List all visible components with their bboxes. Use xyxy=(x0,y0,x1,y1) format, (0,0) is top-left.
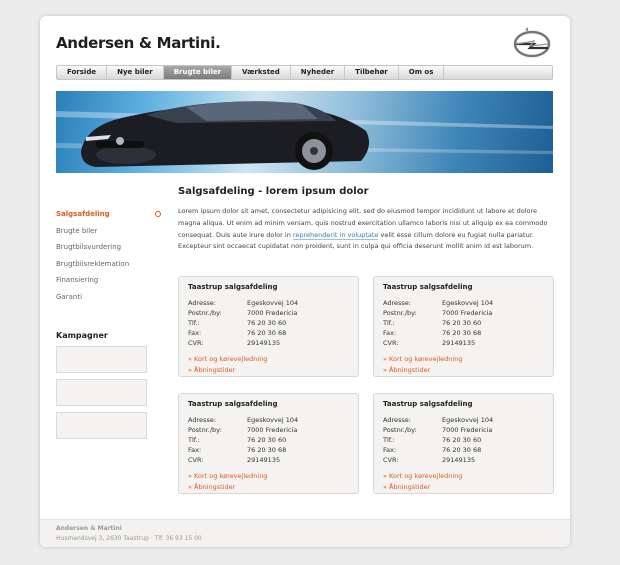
dealer-card: Taastrup salgsafdeling Adresse: Egeskovve… xyxy=(178,276,359,377)
opening-hours-link[interactable]: » Åbningstider xyxy=(188,482,349,493)
field-label: Fax: xyxy=(188,446,202,454)
sidebar-item-brugtbilsvurdering[interactable]: Brugtbilsvurdering xyxy=(56,239,161,256)
field-label: Tlf.: xyxy=(383,319,395,327)
footer-address: Husmandsvej 3, 2630 Taastrup xyxy=(56,535,149,542)
field-value: 29149135 xyxy=(442,339,476,347)
map-directions-link[interactable]: » Kort og kørevejledning xyxy=(383,354,544,365)
dealer-card: Taastrup salgsafdeling Adresse: Egeskovve… xyxy=(373,276,554,377)
main-content: Salgsafdeling - lorem ipsum dolor Lorem … xyxy=(178,186,553,253)
field-value: Egeskovvej 104 xyxy=(247,416,299,424)
field-value: 76 20 30 68 xyxy=(247,329,287,337)
field-label: Tlf.: xyxy=(188,319,200,327)
field-label: Adresse: xyxy=(383,299,411,307)
field-label: Fax: xyxy=(188,329,202,337)
map-directions-link[interactable]: » Kort og kørevejledning xyxy=(383,471,544,482)
nav-item-vaerksted[interactable]: Værksted xyxy=(232,66,291,79)
opel-logo-icon[interactable] xyxy=(512,26,552,60)
main-nav: Forside Nye biler Brugte biler Værksted … xyxy=(56,65,553,80)
campaigns-title: Kampagner xyxy=(56,331,108,340)
sidebar-item-brugte-biler[interactable]: Brugte biler xyxy=(56,223,161,240)
nav-item-nyheder[interactable]: Nyheder xyxy=(291,66,346,79)
nav-item-tilbehor[interactable]: Tilbehør xyxy=(345,66,399,79)
sidebar-item-garanti[interactable]: Garanti xyxy=(56,289,161,306)
field-value: 29149135 xyxy=(247,456,281,464)
page-container: Andersen & Martini. Forside Nye biler Br… xyxy=(40,16,570,547)
hero-banner xyxy=(56,91,553,173)
card-title: Taastrup salgsafdeling xyxy=(383,283,473,291)
field-label: CVR: xyxy=(383,456,399,464)
opening-hours-link[interactable]: » Åbningstider xyxy=(383,482,544,493)
field-label: Adresse: xyxy=(383,416,411,424)
field-label: Postnr./by: xyxy=(383,309,417,317)
field-value: 76 20 30 60 xyxy=(247,436,287,444)
opening-hours-link[interactable]: » Åbningstider xyxy=(383,365,544,376)
field-value: 29149135 xyxy=(247,339,281,347)
sidebar-menu: Salgsafdeling Brugte biler Brugtbilsvurd… xyxy=(56,206,161,305)
dealer-card: Taastrup salgsafdeling Adresse: Egeskovve… xyxy=(178,393,359,494)
field-value: 76 20 30 68 xyxy=(247,446,287,454)
footer-contact: Husmandsvej 3, 2630 Taastrup · Tlf. 36 9… xyxy=(56,534,554,544)
field-value: 76 20 30 68 xyxy=(442,446,482,454)
field-label: Postnr./by: xyxy=(188,309,222,317)
field-label: Fax: xyxy=(383,329,397,337)
field-value: Egeskovvej 104 xyxy=(442,416,494,424)
sidebar-item-salgsafdeling[interactable]: Salgsafdeling xyxy=(56,206,161,223)
field-label: CVR: xyxy=(188,456,204,464)
opening-hours-link[interactable]: » Åbningstider xyxy=(188,365,349,376)
field-label: Tlf.: xyxy=(188,436,200,444)
field-label: Postnr./by: xyxy=(188,426,222,434)
campaign-box[interactable] xyxy=(56,412,147,439)
nav-item-forside[interactable]: Forside xyxy=(57,66,108,79)
field-value: 29149135 xyxy=(442,456,476,464)
map-directions-link[interactable]: » Kort og kørevejledning xyxy=(188,471,349,482)
car-hero-image xyxy=(56,101,553,170)
field-label: Fax: xyxy=(383,446,397,454)
field-label: Postnr./by: xyxy=(383,426,417,434)
field-value: 7000 Fredericia xyxy=(442,426,493,434)
campaign-box[interactable] xyxy=(56,346,147,373)
field-value: 76 20 30 60 xyxy=(247,319,287,327)
field-label: Adresse: xyxy=(188,416,216,424)
field-value: Egeskovvej 104 xyxy=(442,299,494,307)
sidebar-item-label: Salgsafdeling xyxy=(56,210,110,218)
field-value: 7000 Fredericia xyxy=(442,309,493,317)
inline-link[interactable]: reprehenderit in voluptate xyxy=(292,230,379,240)
intro-text: Lorem ipsum dolor sit amet, consectetur … xyxy=(178,206,553,253)
field-value: Egeskovvej 104 xyxy=(247,299,299,307)
field-value: 7000 Fredericia xyxy=(247,309,298,317)
card-title: Taastrup salgsafdeling xyxy=(188,400,278,408)
sidebar-item-brugtbilsreklemation[interactable]: Brugtbilsreklemation xyxy=(56,256,161,273)
footer: Andersen & Martini Husmandsvej 3, 2630 T… xyxy=(40,519,570,547)
card-title: Taastrup salgsafdeling xyxy=(188,283,278,291)
field-label: Tlf.: xyxy=(383,436,395,444)
footer-company: Andersen & Martini xyxy=(56,525,122,532)
field-label: CVR: xyxy=(383,339,399,347)
field-label: CVR: xyxy=(188,339,204,347)
sidebar-item-finansiering[interactable]: Finansiering xyxy=(56,272,161,289)
field-label: Adresse: xyxy=(188,299,216,307)
field-value: 76 20 30 60 xyxy=(442,436,482,444)
page-title: Salgsafdeling - lorem ipsum dolor xyxy=(178,186,369,197)
card-title: Taastrup salgsafdeling xyxy=(383,400,473,408)
site-title[interactable]: Andersen & Martini. xyxy=(56,34,221,52)
dealer-card: Taastrup salgsafdeling Adresse: Egeskovve… xyxy=(373,393,554,494)
map-directions-link[interactable]: » Kort og kørevejledning xyxy=(188,354,349,365)
field-value: 7000 Fredericia xyxy=(247,426,298,434)
nav-item-om-os[interactable]: Om os xyxy=(399,66,445,79)
footer-phone: Tlf. 36 93 15 00 xyxy=(154,535,202,542)
field-value: 76 20 30 60 xyxy=(442,319,482,327)
nav-item-brugte-biler[interactable]: Brugte biler xyxy=(163,66,233,79)
nav-item-nye-biler[interactable]: Nye biler xyxy=(107,66,164,79)
field-value: 76 20 30 68 xyxy=(442,329,482,337)
active-circle-icon xyxy=(155,211,161,217)
campaign-box[interactable] xyxy=(56,379,147,406)
